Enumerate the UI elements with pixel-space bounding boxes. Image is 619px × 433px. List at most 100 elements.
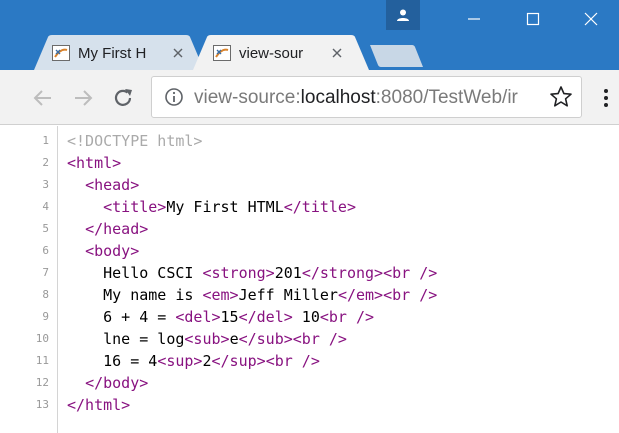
line-code: 6 + 4 = <del>15</del> 10<br /> (67, 306, 374, 328)
code-tag: </head> (85, 220, 149, 238)
source-line: 7 Hello CSCI <strong>201</strong><br /> (0, 262, 619, 284)
code-tag: <br /> (319, 308, 375, 326)
code-text: 2 (202, 352, 212, 370)
source-line: 3 <head> (0, 174, 619, 196)
line-number: 8 (42, 288, 49, 301)
code-tag: <strong> (202, 264, 275, 282)
source-line: 12 </body> (0, 372, 619, 394)
code-text: My First HTML (166, 198, 284, 216)
code-tag: <title> (103, 198, 167, 216)
new-tab-button[interactable] (368, 44, 424, 68)
line-code: </html> (67, 394, 130, 416)
forward-icon[interactable] (72, 87, 94, 109)
maximize-icon (526, 12, 540, 26)
java-icon (52, 45, 70, 61)
tab-label: view-sour (239, 45, 304, 62)
browser-toolbar: view-source:localhost:8080/TestWeb/ir (0, 70, 619, 125)
code-tag: </title> (283, 198, 356, 216)
line-code: </body> (67, 372, 148, 394)
line-number: 1 (42, 134, 49, 147)
line-number: 2 (42, 156, 49, 169)
source-view: 1 <!DOCTYPE html> 2 <html> 3 <head> 4 <title>… (0, 126, 619, 433)
code-tag: </strong> (301, 264, 384, 282)
code-tag: <br /> (383, 264, 438, 282)
code-tag: <html> (67, 154, 122, 172)
source-line: 1 <!DOCTYPE html> (0, 130, 619, 152)
code-text: Hello CSCI (103, 264, 203, 282)
tab-my-first-html[interactable]: My First H (34, 35, 204, 70)
source-line: 13 </html> (0, 394, 619, 416)
minimize-button[interactable] (446, 0, 502, 38)
code-text: lne = log (103, 330, 185, 348)
code-text: e (229, 330, 239, 348)
url-host: localhost (300, 87, 376, 108)
source-line: 4 <title>My First HTML</title> (0, 196, 619, 218)
line-number: 6 (42, 244, 49, 257)
close-window-button[interactable] (563, 0, 619, 38)
url-path: :8080/TestWeb/ir (375, 87, 518, 108)
code-tag: <body> (85, 242, 140, 260)
user-icon (397, 9, 409, 21)
tab-label: My First H (78, 45, 147, 62)
code-tag: <br /> (265, 352, 320, 370)
line-code: </head> (67, 218, 148, 240)
line-number: 9 (42, 310, 49, 323)
source-line: 9 6 + 4 = <del>15</del> 10<br /> (0, 306, 619, 328)
source-line: 10 lne = log<sub>e</sub><br /> (0, 328, 619, 350)
code-tag: <head> (85, 176, 140, 194)
code-text: Jeff Miller (238, 286, 338, 304)
line-code: Hello CSCI <strong>201</strong><br /> (67, 262, 437, 284)
profile-button[interactable] (386, 0, 420, 30)
code-text: 6 + 4 = (103, 308, 176, 326)
reload-icon[interactable] (112, 87, 134, 109)
source-line: 6 <body> (0, 240, 619, 262)
code-tag: <br /> (292, 330, 347, 348)
code-tag: <br /> (383, 286, 438, 304)
code-text: 201 (274, 264, 302, 282)
source-line: 11 16 = 4<sup>2</sup><br /> (0, 350, 619, 372)
maximize-button[interactable] (505, 0, 561, 38)
line-code: <html> (67, 152, 121, 174)
line-code: My name is <em>Jeff Miller</em><br /> (67, 284, 437, 306)
line-code: <!DOCTYPE html> (67, 130, 202, 152)
tab-view-source[interactable]: view-sour (193, 35, 369, 70)
line-number: 11 (35, 354, 49, 367)
code-text: 16 = 4 (103, 352, 158, 370)
code-tag: <del> (175, 308, 221, 326)
info-icon[interactable] (164, 87, 184, 107)
java-icon (213, 45, 231, 61)
code-text: 10 (292, 308, 320, 326)
line-number: 5 (42, 222, 49, 235)
line-code: <body> (67, 240, 139, 262)
line-code: <head> (67, 174, 139, 196)
code-tag: </em> (337, 286, 384, 304)
url-prefix: view-source: (194, 87, 301, 108)
line-number: 10 (35, 332, 49, 345)
back-icon[interactable] (32, 87, 54, 109)
close-tab-icon[interactable] (171, 46, 185, 60)
code-tag: </body> (85, 374, 149, 392)
line-number: 7 (42, 266, 49, 279)
source-line: 8 My name is <em>Jeff Miller</em><br /> (0, 284, 619, 306)
code-tag: <sub> (184, 330, 230, 348)
bookmark-star-icon[interactable] (548, 84, 574, 110)
source-line: 2 <html> (0, 152, 619, 174)
address-bar[interactable]: view-source:localhost:8080/TestWeb/ir (151, 76, 582, 118)
url-text[interactable]: view-source:localhost:8080/TestWeb/ir (194, 87, 539, 109)
code-tag: </del> (238, 308, 293, 326)
code-tag: </sup> (211, 352, 266, 370)
more-menu-icon[interactable] (601, 87, 611, 109)
close-tab-icon[interactable] (330, 46, 344, 60)
line-number: 12 (35, 376, 49, 389)
line-code: <title>My First HTML</title> (67, 196, 356, 218)
title-bar: My First H view-sour (0, 0, 619, 70)
close-icon (584, 12, 598, 26)
line-number: 4 (42, 200, 49, 213)
line-number: 3 (42, 178, 49, 191)
line-code: 16 = 4<sup>2</sup><br /> (67, 350, 320, 372)
code-tag: </sub> (238, 330, 293, 348)
line-number: 13 (35, 398, 49, 411)
source-line: 5 </head> (0, 218, 619, 240)
code-tag: <sup> (157, 352, 203, 370)
code-tag: </html> (67, 396, 131, 414)
